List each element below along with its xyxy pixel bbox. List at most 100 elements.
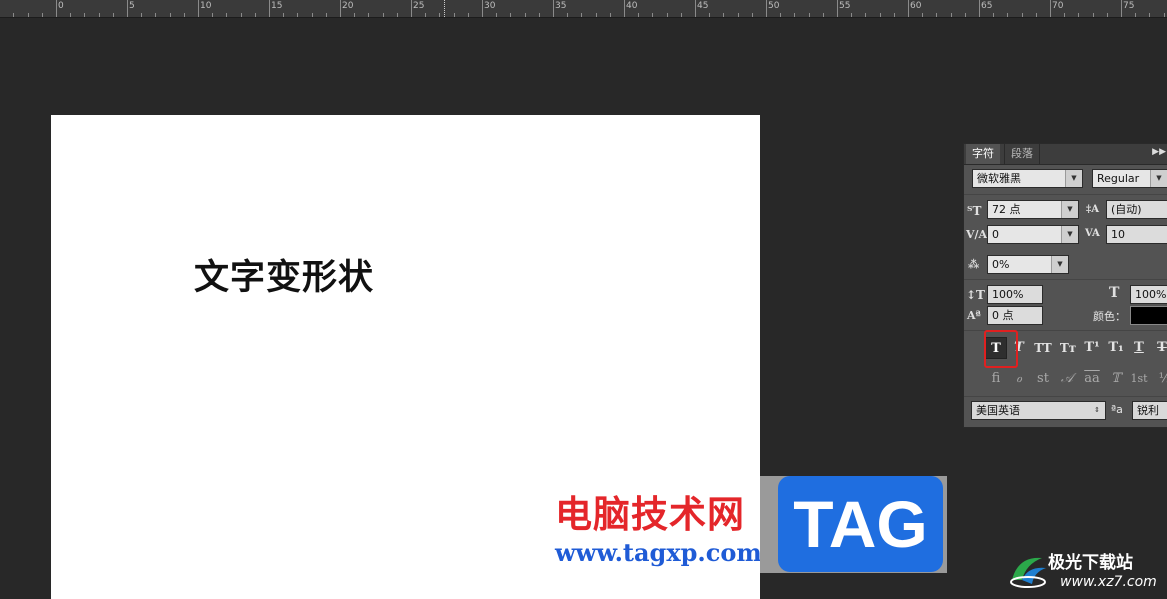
ruler-tick [581, 13, 582, 17]
panel-tab-bar: 字符 段落 ▶▶ [964, 144, 1167, 165]
ruler-tick [354, 13, 355, 17]
font-size-icon: ᵀT [967, 204, 982, 218]
ruler-tick [823, 13, 824, 17]
anti-alias-value: 锐利 [1137, 404, 1159, 417]
font-family-value: 微软雅黑 [977, 172, 1021, 185]
ruler-label: 55 [839, 1, 851, 11]
strikethrough-button[interactable]: T [1151, 337, 1167, 359]
ligatures-button[interactable]: ﬁ [985, 369, 1007, 389]
swash-button[interactable]: 𝒜 [1056, 369, 1078, 389]
ruler-label: 60 [910, 1, 922, 11]
ruler-tick [638, 13, 639, 17]
ruler-tick [1093, 13, 1094, 17]
subscript-button[interactable]: T₁ [1105, 337, 1127, 359]
leading-input[interactable]: (自动) [1106, 200, 1167, 219]
ruler-tick [13, 13, 14, 17]
leading-value: (自动) [1111, 203, 1142, 216]
font-family-select[interactable]: 微软雅黑 ▼ [972, 169, 1083, 188]
ruler-tick [141, 13, 142, 17]
small-caps-button[interactable]: Tт [1057, 337, 1079, 359]
ruler-tick [1022, 13, 1023, 17]
ruler-tick [155, 13, 156, 17]
panel-divider [964, 396, 1167, 397]
ruler-label: 45 [697, 1, 709, 11]
ordinals-button[interactable]: 1st [1128, 369, 1150, 389]
panel-menu-icon[interactable]: ▶▶ [1152, 147, 1166, 157]
updown-icon: ⇕ [1089, 402, 1105, 419]
ruler-tick [936, 13, 937, 17]
tsume-select[interactable]: 0% ▼ [987, 255, 1069, 274]
discretionary-ligatures-button[interactable]: st [1032, 369, 1054, 389]
text-color-swatch[interactable] [1130, 306, 1167, 325]
ruler-tick [979, 0, 980, 17]
leading-icon: ‡A [1086, 204, 1099, 215]
ruler-tick [312, 13, 313, 17]
ruler-tick [894, 13, 895, 17]
ruler-label: 5 [129, 1, 135, 11]
watermark-logo-url: www.xz7.com [1060, 574, 1157, 590]
tracking-value: 10 [1111, 228, 1125, 241]
ruler-label: 40 [626, 1, 638, 11]
horizontal-scale-input[interactable]: 100% [1130, 285, 1167, 304]
old-style-button[interactable]: ℴ [1008, 369, 1030, 389]
ruler-tick [454, 13, 455, 17]
ruler-tick [1078, 13, 1079, 17]
ruler-tick [1135, 13, 1136, 17]
underline-button[interactable]: T [1128, 337, 1150, 359]
ruler-tick [539, 13, 540, 17]
baseline-shift-value: 0 点 [992, 309, 1014, 322]
tracking-input[interactable]: 10 [1106, 225, 1167, 244]
chevron-down-icon: ▼ [1061, 226, 1078, 243]
ruler-tick [425, 13, 426, 17]
all-caps-button[interactable]: TT [1032, 337, 1054, 359]
chevron-down-icon: ▼ [1061, 201, 1078, 218]
kerning-select[interactable]: 0 ▼ [987, 225, 1079, 244]
tsume-value: 0% [992, 258, 1010, 271]
titling-alternates-button[interactable]: 𝕋 [1105, 369, 1127, 389]
canvas-text-layer[interactable]: 文字变形状 [194, 249, 374, 300]
font-style-select[interactable]: Regular ▼ [1092, 169, 1167, 188]
ruler-label: 0 [58, 1, 64, 11]
stylistic-alternates-button[interactable]: aa [1081, 369, 1103, 389]
ruler-tick [851, 13, 852, 17]
tab-character[interactable]: 字符 [966, 144, 1000, 164]
ruler-tick [1149, 13, 1150, 17]
tracking-icon: VA [1085, 228, 1100, 239]
panel-divider [964, 279, 1167, 280]
ruler-tick [340, 0, 341, 17]
ruler-tick [496, 13, 497, 17]
ruler-tick [908, 0, 909, 17]
ruler-label: 65 [981, 1, 993, 11]
ruler-tick [922, 13, 923, 17]
ruler-label: 15 [271, 1, 283, 11]
tab-paragraph[interactable]: 段落 [1004, 144, 1040, 164]
font-size-input[interactable]: 72 点 ▼ [987, 200, 1079, 219]
ruler-tick [439, 13, 440, 17]
ruler-cursor-marker [444, 0, 446, 17]
fractions-button[interactable]: ½ [1154, 369, 1167, 389]
ruler-tick [553, 0, 554, 17]
ruler-tick [226, 13, 227, 17]
language-select[interactable]: 美国英语 ⇕ [971, 401, 1106, 420]
horizontal-ruler[interactable]: 0 5 10 15 20 25 30 35 40 45 50 55 60 65 70 75 [0, 0, 1167, 18]
ruler-label: 30 [484, 1, 496, 11]
horizontal-scale-icon: T [1109, 285, 1120, 301]
ruler-tick [695, 0, 696, 17]
bold-button-highlight [984, 330, 1018, 368]
ruler-tick [241, 13, 242, 17]
ruler-tick [297, 13, 298, 17]
ruler-tick [84, 13, 85, 17]
ruler-tick [525, 13, 526, 17]
chevron-down-icon: ▼ [1051, 256, 1068, 273]
superscript-button[interactable]: T¹ [1081, 337, 1103, 359]
baseline-shift-input[interactable]: 0 点 [987, 306, 1043, 325]
ruler-tick [184, 13, 185, 17]
ruler-tick [865, 13, 866, 17]
vertical-scale-input[interactable]: 100% [987, 285, 1043, 304]
ruler-tick [794, 13, 795, 17]
watermark-site-url: www.tagxp.com [555, 538, 762, 567]
ruler-tick [1007, 13, 1008, 17]
ruler-tick [993, 13, 994, 17]
anti-alias-select[interactable]: 锐利 [1132, 401, 1167, 420]
font-style-value: Regular [1097, 172, 1140, 185]
